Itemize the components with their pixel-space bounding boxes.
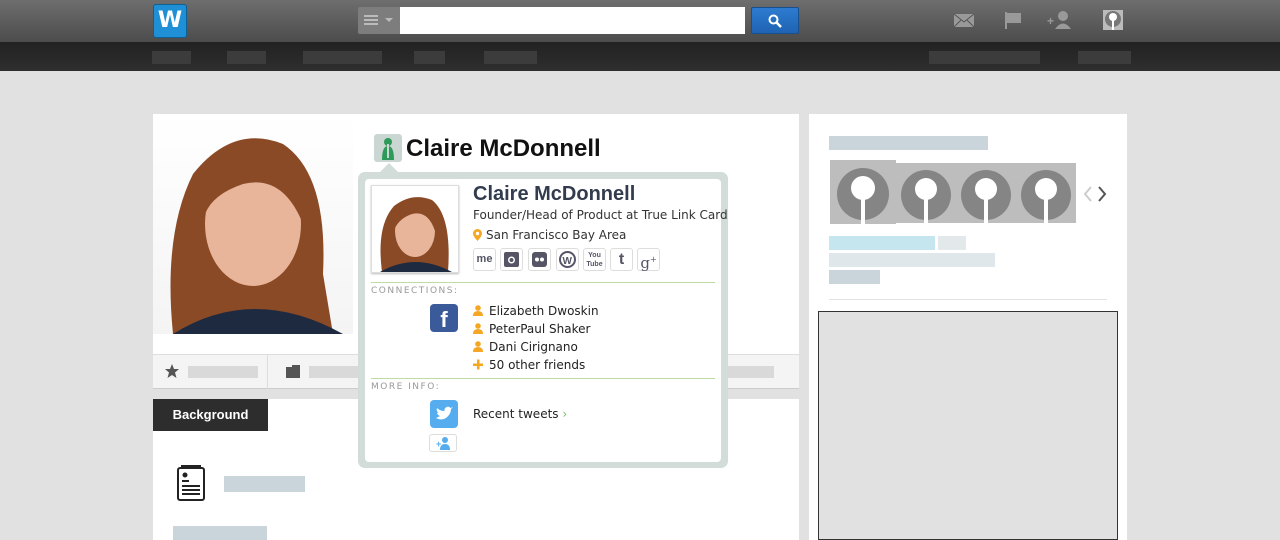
- link-placeholder[interactable]: [829, 236, 935, 250]
- profile-name: Claire McDonnell: [406, 135, 601, 162]
- search-input[interactable]: [400, 7, 745, 34]
- divider: [371, 378, 715, 379]
- action-label-placeholder[interactable]: [309, 366, 359, 378]
- more-friends-link[interactable]: 50 other friends: [489, 358, 585, 372]
- add-friend-icon[interactable]: +: [1047, 10, 1073, 30]
- popup-photo: [371, 185, 459, 273]
- chevron-down-icon: [385, 18, 393, 26]
- recent-tweets-label: Recent tweets: [473, 407, 559, 421]
- popup-headline: Founder/Head of Product at True Link Car…: [473, 208, 728, 222]
- action-label-placeholder[interactable]: [188, 366, 258, 378]
- flag-icon[interactable]: [1003, 10, 1025, 30]
- divider: [829, 299, 1107, 300]
- friend-name[interactable]: PeterPaul Shaker: [489, 322, 590, 336]
- popup-arrow: [380, 163, 398, 172]
- svg-text:W: W: [563, 256, 573, 267]
- section-title-placeholder: [173, 526, 267, 540]
- tab-background[interactable]: Background: [153, 399, 268, 431]
- friend-name[interactable]: Dani Cirignano: [489, 340, 578, 354]
- person-icon: [473, 323, 483, 334]
- avatar[interactable]: [830, 160, 896, 224]
- popup-name[interactable]: Claire McDonnell: [473, 183, 635, 206]
- chevron-left-icon[interactable]: [1083, 185, 1093, 203]
- nav-item[interactable]: [414, 51, 445, 64]
- avatar[interactable]: [896, 163, 956, 223]
- nav-item[interactable]: [152, 51, 191, 64]
- search-button[interactable]: [751, 7, 799, 34]
- facebook-icon[interactable]: f: [430, 304, 458, 332]
- text-placeholder: [829, 253, 995, 267]
- svg-text:+: +: [1047, 14, 1054, 28]
- more-info-label: MORE INFO:: [371, 382, 441, 392]
- location-pin-icon: [473, 229, 482, 241]
- flickr-icon[interactable]: [528, 248, 551, 271]
- chevron-right-icon[interactable]: [1097, 185, 1107, 203]
- nav-item[interactable]: [303, 51, 382, 64]
- logo[interactable]: W: [153, 4, 187, 38]
- profile-photo: [153, 114, 353, 334]
- profile-badge-icon[interactable]: [374, 134, 402, 162]
- divider: [371, 282, 715, 283]
- nav-item[interactable]: [1078, 51, 1131, 64]
- youtube-icon[interactable]: You Tube: [583, 248, 606, 271]
- nav-item[interactable]: [227, 51, 266, 64]
- nav-item[interactable]: [484, 51, 537, 64]
- search-menu-button[interactable]: [358, 7, 400, 34]
- sidebar-title-placeholder: [829, 136, 988, 150]
- person-icon: [473, 305, 483, 316]
- aboutme-icon[interactable]: me: [473, 248, 496, 271]
- google-plus-icon[interactable]: g+: [637, 248, 660, 272]
- recent-tweets-link[interactable]: Recent tweets ›: [473, 407, 567, 421]
- resume-icon: [177, 465, 205, 501]
- map-panel[interactable]: [818, 311, 1118, 540]
- connections-label: CONNECTIONS:: [371, 286, 459, 296]
- section-title-placeholder: [224, 476, 305, 492]
- person-icon: [473, 341, 483, 352]
- nav-item[interactable]: [929, 51, 1040, 64]
- add-person-icon: +: [436, 437, 450, 450]
- wordpress-icon[interactable]: W: [556, 248, 579, 271]
- profile-avatar-icon[interactable]: [1102, 10, 1124, 30]
- action-label-placeholder[interactable]: [720, 366, 774, 378]
- tumblr-icon[interactable]: t: [610, 248, 633, 271]
- text-placeholder: [938, 236, 966, 250]
- mail-icon[interactable]: [953, 10, 975, 30]
- plus-icon: [473, 359, 483, 370]
- twitter-icon[interactable]: [430, 400, 458, 428]
- text-placeholder: [829, 270, 880, 284]
- star-icon[interactable]: [164, 363, 180, 379]
- instagram-icon[interactable]: [500, 248, 523, 271]
- avatar[interactable]: [1016, 163, 1076, 223]
- add-contact-button[interactable]: +: [429, 434, 457, 452]
- menu-icon: [364, 15, 378, 17]
- popup-location: San Francisco Bay Area: [486, 228, 627, 242]
- chevron-right-icon: ›: [562, 407, 568, 421]
- folder-icon[interactable]: [286, 365, 300, 378]
- search-icon: [768, 14, 782, 28]
- avatar[interactable]: [956, 163, 1016, 223]
- friend-name[interactable]: Elizabeth Dwoskin: [489, 304, 599, 318]
